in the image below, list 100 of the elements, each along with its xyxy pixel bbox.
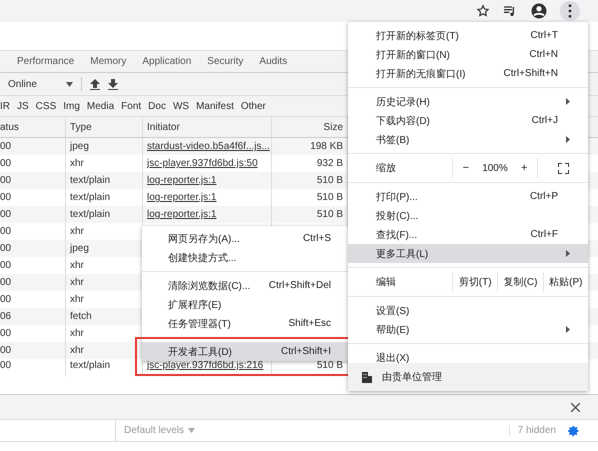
- table-cell: xhr: [70, 158, 84, 169]
- menu-item[interactable]: 扩展程序(E): [142, 295, 350, 314]
- edit-button[interactable]: 剪切(T): [453, 272, 498, 292]
- shortcut-label: Ctrl+Shift+Del: [268, 280, 331, 291]
- initiator-link[interactable]: jsc-player.937fd6bd.js:216: [147, 360, 264, 371]
- menu-item[interactable]: 网页另存为(A)... Ctrl+S: [142, 229, 350, 248]
- table-cell: 06: [0, 311, 12, 322]
- table-cell: 00: [0, 175, 12, 186]
- table-cell: text/plain: [70, 209, 110, 220]
- menu-item[interactable]: 任务管理器(T) Shift+Esc: [142, 314, 350, 333]
- menu-item-label: 更多工具(L): [376, 248, 430, 260]
- table-cell: text/plain: [70, 360, 110, 371]
- submenu-arrow-icon: [566, 326, 570, 333]
- close-icon[interactable]: [571, 402, 580, 412]
- submenu-arrow-icon: [566, 98, 570, 105]
- type-filter[interactable]: IR: [0, 100, 10, 112]
- menu-item[interactable]: 投射(C)...: [348, 206, 588, 225]
- menu-item-label: 查找(F)...: [376, 228, 418, 242]
- table-cell: fetch: [70, 311, 92, 322]
- menu-item-label: 打开新的标签页(T): [376, 30, 460, 42]
- table-cell: 00: [0, 360, 12, 371]
- table-cell: 198 KB: [310, 141, 343, 152]
- throttling-dropdown[interactable]: Online: [8, 78, 58, 90]
- menu-item[interactable]: 书签(B): [348, 130, 588, 149]
- table-cell: 00: [0, 328, 12, 339]
- managed-by-organization-label: 由贵单位管理: [382, 370, 443, 384]
- menu-item[interactable]: 历史记录(H): [348, 92, 588, 111]
- edit-button[interactable]: 复制(C): [498, 272, 544, 292]
- devtools-tab[interactable]: Security: [207, 56, 244, 67]
- table-cell: xhr: [70, 226, 84, 237]
- edit-button[interactable]: 粘贴(P): [544, 272, 588, 292]
- initiator-link[interactable]: log-reporter.js:1: [147, 192, 216, 203]
- table-cell: xhr: [70, 277, 84, 288]
- type-filter[interactable]: WS: [172, 100, 190, 112]
- menu-item[interactable]: 打开新的无痕窗口(I) Ctrl+Shift+N: [348, 64, 588, 83]
- menu-item[interactable]: 打开新的窗口(N) Ctrl+N: [348, 45, 588, 64]
- settings-icon[interactable]: [568, 424, 580, 436]
- initiator-link[interactable]: stardust-video.b5a4f6f...js...: [147, 141, 270, 152]
- column-header[interactable]: atus: [0, 117, 66, 137]
- zoom-value: 100%: [482, 162, 508, 174]
- shortcut-label: Ctrl+N: [529, 49, 558, 60]
- zoom-label: 缩放: [348, 158, 453, 178]
- type-filter[interactable]: JS: [17, 100, 29, 112]
- menu-item[interactable]: 打印(P)... Ctrl+P: [348, 187, 588, 206]
- account-icon[interactable]: [530, 2, 548, 20]
- column-header[interactable]: Type: [66, 117, 143, 137]
- shortcut-label: Ctrl+P: [530, 191, 558, 202]
- table-cell: jpeg: [70, 243, 89, 254]
- fullscreen-icon[interactable]: [558, 162, 568, 174]
- zoom-in-button[interactable]: +: [514, 162, 534, 174]
- menu-item-label: 退出(X): [376, 352, 410, 364]
- menu-item[interactable]: 更多工具(L): [348, 244, 588, 263]
- zoom-out-button[interactable]: −: [456, 162, 476, 174]
- star-icon[interactable]: [476, 4, 490, 18]
- devtools-tab[interactable]: Audits: [259, 56, 288, 67]
- hidden-count: 7 hidden: [508, 425, 556, 436]
- type-filter[interactable]: Font: [121, 100, 142, 112]
- table-cell: 510 B: [316, 360, 343, 371]
- menu-item[interactable]: 设置(S): [348, 301, 588, 320]
- menu-item-label: 网页另存为(A)...: [168, 232, 241, 246]
- devtools-tab[interactable]: Performance: [17, 56, 74, 67]
- table-cell: text/plain: [70, 175, 110, 186]
- table-cell: 510 B: [316, 192, 343, 203]
- initiator-link[interactable]: log-reporter.js:1: [147, 175, 216, 186]
- type-filter[interactable]: Other: [240, 100, 266, 112]
- menu-item[interactable]: 帮助(E): [348, 320, 588, 339]
- menu-item[interactable]: 创建快捷方式...: [142, 248, 350, 267]
- menu-item[interactable]: 清除浏览数据(C)... Ctrl+Shift+Del: [142, 276, 350, 295]
- submenu-arrow-icon: [566, 136, 570, 143]
- menu-item-label: 扩展程序(E): [168, 298, 222, 312]
- column-header[interactable]: Initiator: [143, 117, 272, 137]
- type-filter[interactable]: Media: [86, 100, 114, 112]
- type-filter[interactable]: Doc: [148, 100, 166, 112]
- menu-item[interactable]: 打开新的标签页(T) Ctrl+T: [348, 26, 588, 45]
- table-cell: 00: [0, 209, 12, 220]
- table-cell: 510 B: [316, 209, 343, 220]
- menu-item[interactable]: 查找(F)... Ctrl+F: [348, 225, 588, 244]
- type-filter[interactable]: Manifest: [196, 100, 234, 112]
- menu-item[interactable]: 下载内容(D) Ctrl+J: [348, 111, 588, 130]
- upload-icon[interactable]: [90, 78, 100, 90]
- shortcut-label: Ctrl+Shift+I: [280, 346, 331, 357]
- menu-item-label: 创建快捷方式...: [168, 252, 238, 264]
- shortcut-label: Ctrl+Shift+N: [504, 68, 558, 79]
- menu-item[interactable]: 退出(X): [348, 348, 588, 367]
- table-cell: 510 B: [316, 175, 343, 186]
- shortcut-label: Ctrl+S: [302, 233, 331, 244]
- table-cell: 00: [0, 226, 12, 237]
- menu-item-label: 下载内容(D): [376, 114, 431, 128]
- devtools-tab[interactable]: Memory: [90, 56, 126, 67]
- menu-button[interactable]: [560, 1, 580, 21]
- type-filter[interactable]: CSS: [36, 100, 56, 112]
- submenu-arrow-icon: [566, 250, 570, 257]
- menu-item[interactable]: 开发者工具(D) Ctrl+Shift+I: [142, 342, 350, 361]
- devtools-tab[interactable]: Application: [142, 56, 192, 67]
- menu-item-label: 打印(P)...: [376, 190, 419, 204]
- table-cell: 00: [0, 294, 12, 305]
- initiator-link[interactable]: jsc-player.937fd6bd.js:50: [147, 158, 258, 169]
- type-filter[interactable]: Img: [63, 100, 80, 112]
- download-icon[interactable]: [108, 78, 118, 90]
- initiator-link[interactable]: log-reporter.js:1: [147, 209, 216, 220]
